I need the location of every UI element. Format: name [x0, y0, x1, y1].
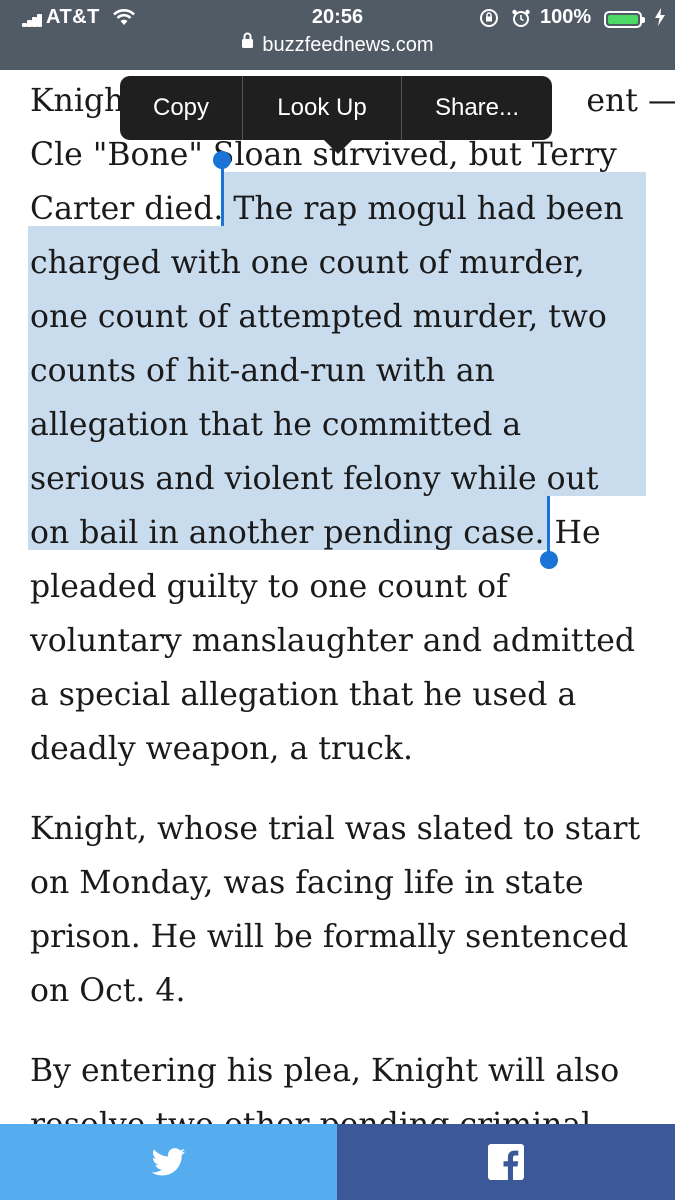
- article-line: prison. He will be formally sentenced: [30, 919, 629, 955]
- article-line: pleaded guilty to one count of: [30, 569, 508, 605]
- alarm-icon: [511, 8, 531, 34]
- browser-top-bar: AT&T 20:56 100% buzzfeednews.com: [0, 0, 675, 70]
- selected-text[interactable]: on bail in another pending case.: [30, 515, 544, 551]
- look-up-button[interactable]: Look Up: [243, 76, 402, 140]
- selected-text-line[interactable]: one count of attempted murder, two: [30, 290, 660, 344]
- url-domain: buzzfeednews.com: [262, 34, 434, 56]
- article-line: Knight, whose trial was slated to start: [30, 811, 641, 847]
- share-bar: [0, 1124, 675, 1200]
- facebook-share-button[interactable]: [337, 1124, 675, 1200]
- article-line: on Monday, was facing life in state: [30, 865, 584, 901]
- charging-bolt-icon: [654, 7, 666, 33]
- selection-start-caret: [221, 160, 224, 226]
- twitter-icon: [151, 1148, 185, 1176]
- twitter-share-button[interactable]: [0, 1124, 337, 1200]
- selection-end-caret: [547, 496, 550, 556]
- article-line: voluntary manslaughter and admitted: [30, 623, 636, 659]
- selected-text-line[interactable]: allegation that he committed a: [30, 398, 660, 452]
- rotation-lock-icon: [479, 8, 499, 34]
- battery-icon: [604, 11, 645, 28]
- lock-icon: [241, 32, 254, 55]
- text-edit-menu: Copy Look Up Share...: [120, 76, 552, 154]
- article-body: Knigh ent — Cle "Bone" Sloan survived, bu…: [30, 74, 675, 1178]
- copy-button[interactable]: Copy: [120, 76, 243, 140]
- article-line: a special allegation that he used a: [30, 677, 577, 713]
- selected-text-line[interactable]: serious and violent felony while out: [30, 452, 660, 506]
- article-line: on bail in another pending case. He: [30, 515, 601, 551]
- article-paragraph: Knight, whose trial was slated to start …: [30, 802, 660, 1018]
- article-line: By entering his plea, Knight will also: [30, 1053, 620, 1089]
- share-button[interactable]: Share...: [402, 76, 552, 140]
- selection-end-handle[interactable]: [540, 551, 558, 569]
- article-line: on Oct. 4.: [30, 973, 186, 1009]
- article-paragraph: Knigh ent — Cle "Bone" Sloan survived, bu…: [30, 74, 675, 776]
- facebook-icon: [488, 1144, 524, 1180]
- selected-text[interactable]: The rap mogul had been: [233, 191, 623, 227]
- article-line: Carter died. The rap mogul had been: [30, 191, 624, 227]
- selected-text-line[interactable]: counts of hit-and-run with an: [30, 344, 660, 398]
- status-bar: AT&T 20:56 100%: [0, 6, 675, 32]
- url-bar[interactable]: buzzfeednews.com: [0, 32, 675, 60]
- article-line: deadly weapon, a truck.: [30, 731, 413, 767]
- selected-text-line[interactable]: charged with one count of murder,: [30, 236, 660, 290]
- battery-percent: 100%: [540, 6, 592, 28]
